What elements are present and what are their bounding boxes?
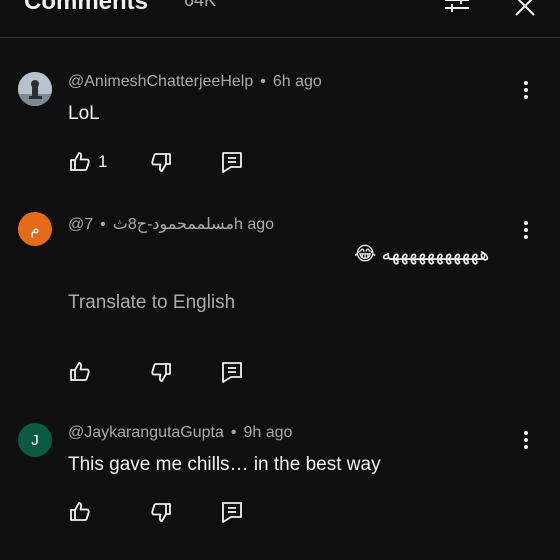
translate-link[interactable]: Translate to English [68,292,235,314]
avatar[interactable] [18,72,52,106]
more-options-icon[interactable] [516,220,536,242]
avatar[interactable]: م [18,212,52,246]
comments-count: 64K [184,0,217,10]
reply-button[interactable] [220,150,244,174]
dislike-button[interactable] [149,360,173,384]
reply-button[interactable] [220,500,244,524]
comment-meta: @JaykarangutaGupta • 9h ago [68,424,292,442]
dislike-button[interactable] [149,500,173,524]
dislike-button[interactable] [149,150,173,174]
comment-text: This gave me chills… in the best way [68,454,381,475]
thumbs-up-icon [70,362,90,381]
reply-button[interactable] [220,360,244,384]
thumbs-up-icon [70,502,90,521]
thumbs-down-icon [151,503,171,522]
thumbs-down-icon [151,153,171,172]
avatar-letter: J [31,431,39,449]
like-button[interactable]: 1 [68,150,107,174]
reply-icon [222,502,242,523]
reply-icon [222,362,242,383]
avatar-letter: م [30,221,40,238]
like-count: 1 [98,152,108,171]
thumbs-down-icon [151,363,171,382]
comment-text: هههههههههههه 😂 [354,244,490,265]
separator-dot: • [100,216,106,233]
avatar[interactable]: J [18,423,52,457]
comment-text: LoL [68,103,100,124]
comments-title: Comments [24,0,149,15]
comment-author[interactable]: @JaykarangutaGupta [68,424,224,441]
comment-meta: @مسلممحمود-ح8ث•7h ago [68,214,274,234]
more-options-icon[interactable] [516,430,536,452]
more-options-icon[interactable] [516,80,536,102]
comment-author[interactable]: @AnimeshChatterjeeHelp [68,73,253,90]
thumbs-up-icon [70,152,90,171]
comment-time: 9h ago [243,424,293,441]
like-button[interactable] [68,500,92,524]
close-icon[interactable] [513,0,537,23]
reply-icon [222,152,242,173]
separator-dot: • [260,73,266,90]
separator-dot: • [230,424,237,441]
comments-header: Comments 64K [0,0,560,38]
comment-meta: @AnimeshChatterjeeHelp • 6h ago [68,73,322,91]
filter-icon[interactable] [443,0,471,23]
comment-time: 6h ago [272,73,322,90]
like-button[interactable] [68,360,92,384]
